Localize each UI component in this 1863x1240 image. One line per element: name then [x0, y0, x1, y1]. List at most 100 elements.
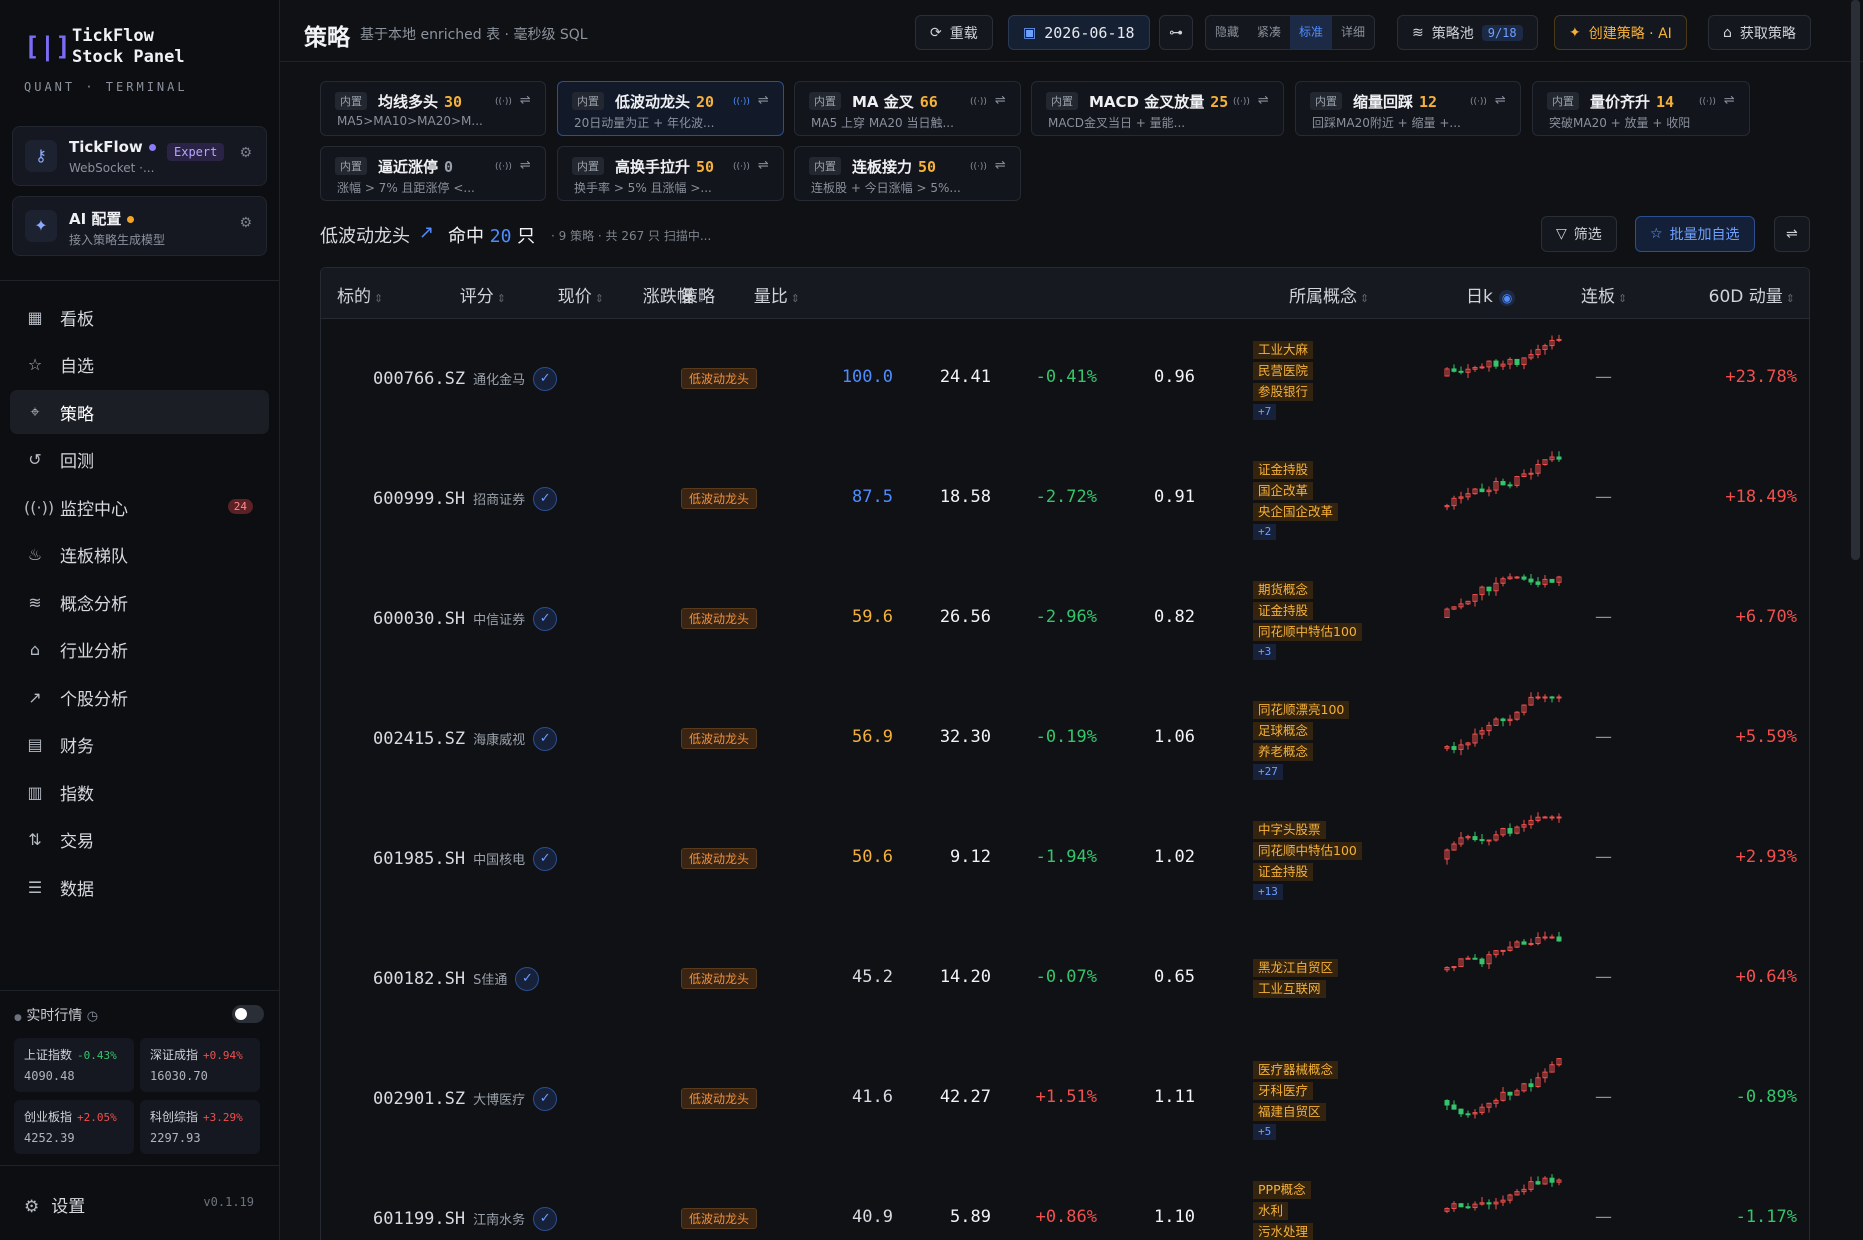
index-card[interactable]: 上证指数 -0.43% 4090.48 — [14, 1038, 134, 1092]
daily-kline-sparkline[interactable] — [1441, 809, 1571, 909]
signal-icon[interactable]: ((·)) — [495, 97, 512, 107]
index-card[interactable]: 创业板指 +2.05% 4252.39 — [14, 1100, 134, 1154]
table-row[interactable]: 000766.SZ 通化金马 ✓ 低波动龙头 100.0 24.41 -0.41% 0.96 工… — [321, 319, 1809, 439]
more-concepts-badge[interactable]: +13 — [1253, 884, 1283, 900]
more-concepts-badge[interactable]: +5 — [1253, 1124, 1277, 1140]
concept-tag[interactable]: 医疗器械概念 — [1253, 1061, 1339, 1079]
stock-code[interactable]: 002901.SZ — [373, 1089, 465, 1109]
filter-button[interactable]: ▽ 筛选 — [1541, 216, 1617, 252]
sliders-icon[interactable]: ⇌ — [1258, 93, 1269, 108]
signal-icon[interactable]: ((·)) — [1699, 97, 1716, 107]
daily-kline-sparkline[interactable] — [1441, 1049, 1571, 1149]
sliders-icon[interactable]: ⇌ — [1724, 93, 1735, 108]
stock-code[interactable]: 601199.SH — [373, 1209, 465, 1229]
density-option[interactable]: 详细 — [1332, 16, 1374, 49]
concept-tag[interactable]: 水利 — [1253, 1202, 1289, 1220]
sidebar-item-4[interactable]: ((·)) 监控中心 24 — [10, 485, 269, 529]
signal-icon[interactable]: ((·)) — [970, 162, 987, 172]
sliders-icon[interactable]: ⇌ — [995, 93, 1006, 108]
sidebar-item-1[interactable]: ☆ 自选 — [10, 343, 269, 387]
concept-tag[interactable]: 牙科医疗 — [1253, 1082, 1314, 1100]
more-concepts-badge[interactable]: +2 — [1253, 524, 1277, 540]
table-row[interactable]: 601199.SH 江南水务 ✓ 低波动龙头 40.9 5.89 +0.86% 1.10 PPP… — [321, 1159, 1809, 1240]
check-icon[interactable]: ✓ — [533, 1207, 558, 1231]
column-header[interactable]: 涨跌幅 ⇕ — [643, 282, 706, 307]
concept-tag[interactable]: 证金持股 — [1253, 863, 1314, 881]
strategy-card[interactable]: 内置 逼近涨停 0 涨幅 > 7% 且距涨停 <... ((·)) ⇌ — [320, 146, 546, 201]
daily-kline-sparkline[interactable] — [1441, 929, 1571, 1029]
signal-icon[interactable]: ((·)) — [495, 162, 512, 172]
settings-nav-item[interactable]: ⚙ 设置 v0.1.19 — [24, 1192, 254, 1217]
concept-tag[interactable]: 足球概念 — [1253, 722, 1314, 740]
concept-tag[interactable]: 同花顺漂亮100 — [1253, 701, 1350, 719]
check-icon[interactable]: ✓ — [533, 727, 558, 751]
concept-tag[interactable]: 工业大麻 — [1253, 341, 1314, 359]
stock-code[interactable]: 002415.SZ — [373, 729, 465, 749]
scrollbar[interactable] — [1851, 0, 1860, 560]
concept-tag[interactable]: 民营医院 — [1253, 362, 1314, 380]
column-header[interactable]: 现价 ⇕ — [558, 282, 604, 307]
index-card[interactable]: 深证成指 +0.94% 16030.70 — [140, 1038, 260, 1092]
concept-tag[interactable]: 黑龙江自贸区 — [1253, 959, 1339, 977]
check-icon[interactable]: ✓ — [533, 847, 558, 871]
sidebar-item-3[interactable]: ↺ 回测 — [10, 438, 269, 482]
signal-icon[interactable]: ((·)) — [733, 162, 750, 172]
concept-tag[interactable]: 同花顺中特估100 — [1253, 842, 1362, 860]
check-icon[interactable]: ✓ — [533, 487, 558, 511]
daily-kline-sparkline[interactable] — [1441, 329, 1571, 429]
stock-code[interactable]: 601985.SH — [373, 849, 465, 869]
table-row[interactable]: 601985.SH 中国核电 ✓ 低波动龙头 50.6 9.12 -1.94% 1.02 中字头… — [321, 799, 1809, 919]
stock-code[interactable]: 600999.SH — [373, 489, 465, 509]
stock-code[interactable]: 600182.SH — [373, 969, 465, 989]
strategy-card[interactable]: 内置 MACD 金叉放量 25 MACD金叉当日 + 量能... ((·)) ⇌ — [1031, 81, 1284, 136]
strategy-card[interactable]: 内置 量价齐升 14 突破MA20 + 放量 + 收阳 ((·)) ⇌ — [1532, 81, 1750, 136]
check-icon[interactable]: ✓ — [515, 967, 540, 991]
signal-icon[interactable]: ((·)) — [733, 97, 750, 107]
signal-icon[interactable]: ((·)) — [1233, 97, 1250, 107]
ai-config-card[interactable]: ✦ AI 配置 接入策略生成模型 ⚙ — [12, 196, 267, 256]
check-icon[interactable]: ✓ — [533, 367, 558, 391]
reload-button[interactable]: ⟳ 重载 — [915, 15, 993, 50]
sidebar-item-12[interactable]: ☰ 数据 — [10, 865, 269, 909]
strategy-card[interactable]: 内置 高换手拉升 50 换手率 > 5% 且涨幅 >... ((·)) ⇌ — [557, 146, 784, 201]
strategy-card[interactable]: 内置 连板接力 50 连板股 + 今日涨幅 > 5%... ((·)) ⇌ — [794, 146, 1021, 201]
sliders-icon[interactable]: ⇌ — [520, 93, 531, 108]
more-concepts-badge[interactable]: +27 — [1253, 764, 1283, 780]
signal-icon[interactable]: ((·)) — [970, 97, 987, 107]
concept-tag[interactable]: 污水处理 — [1253, 1223, 1314, 1240]
concept-tag[interactable]: 国企改革 — [1253, 482, 1314, 500]
sidebar-item-8[interactable]: ↗ 个股分析 — [10, 675, 269, 719]
column-header[interactable]: 连板 ⇕ — [1581, 282, 1627, 307]
concept-tag[interactable]: 证金持股 — [1253, 461, 1314, 479]
sidebar-item-0[interactable]: ▦ 看板 — [10, 295, 269, 339]
fetch-strategy-button[interactable]: ⌂ 获取策略 — [1708, 15, 1811, 50]
table-row[interactable]: 002415.SZ 海康威视 ✓ 低波动龙头 56.9 32.30 -0.19% 1.06 同花… — [321, 679, 1809, 799]
concept-tag[interactable]: 同花顺中特估100 — [1253, 623, 1362, 641]
density-option[interactable]: 隐藏 — [1206, 16, 1248, 49]
concept-tag[interactable]: 证金持股 — [1253, 602, 1314, 620]
column-header[interactable]: 标的 ⇕ — [337, 282, 383, 307]
strategy-card[interactable]: 内置 缩量回踩 12 回踩MA20附近 + 缩量 +... ((·)) ⇌ — [1295, 81, 1521, 136]
sidebar-item-11[interactable]: ⇅ 交易 — [10, 818, 269, 862]
concept-tag[interactable]: 央企国企改革 — [1253, 503, 1339, 521]
check-icon[interactable]: ✓ — [533, 607, 558, 631]
sliders-icon[interactable]: ⇌ — [995, 158, 1006, 173]
daily-kline-sparkline[interactable] — [1441, 569, 1571, 669]
create-strategy-ai-button[interactable]: ✦ 创建策略 · AI — [1554, 15, 1687, 50]
column-header[interactable]: 量比 ⇕ — [754, 282, 800, 307]
gear-icon[interactable]: ⚙ — [239, 215, 252, 231]
tickflow-account-card[interactable]: ⚷ TickFlow WebSocket ·... Expert ⚙ — [12, 126, 267, 186]
batch-add-watchlist-button[interactable]: ☆ 批量加自选 — [1635, 216, 1755, 252]
sidebar-item-10[interactable]: ▥ 指数 — [10, 770, 269, 814]
strategy-card[interactable]: 内置 低波动龙头 20 20日动量为正 + 年化波... ((·)) ⇌ — [557, 81, 784, 136]
concept-tag[interactable]: 福建自贸区 — [1253, 1103, 1326, 1121]
concept-tag[interactable]: 养老概念 — [1253, 743, 1314, 761]
strategy-card[interactable]: 内置 MA 金叉 66 MA5 上穿 MA20 当日触... ((·)) ⇌ — [794, 81, 1021, 136]
column-header[interactable]: 所属概念 ⇕ — [1289, 282, 1369, 307]
sidebar-item-9[interactable]: ▤ 财务 — [10, 723, 269, 767]
check-icon[interactable]: ✓ — [533, 1087, 558, 1111]
sliders-icon[interactable]: ⇌ — [520, 158, 531, 173]
concept-tag[interactable]: 参股银行 — [1253, 383, 1314, 401]
more-concepts-badge[interactable]: +7 — [1253, 404, 1277, 420]
index-card[interactable]: 科创综指 +3.29% 2297.93 — [140, 1100, 260, 1154]
